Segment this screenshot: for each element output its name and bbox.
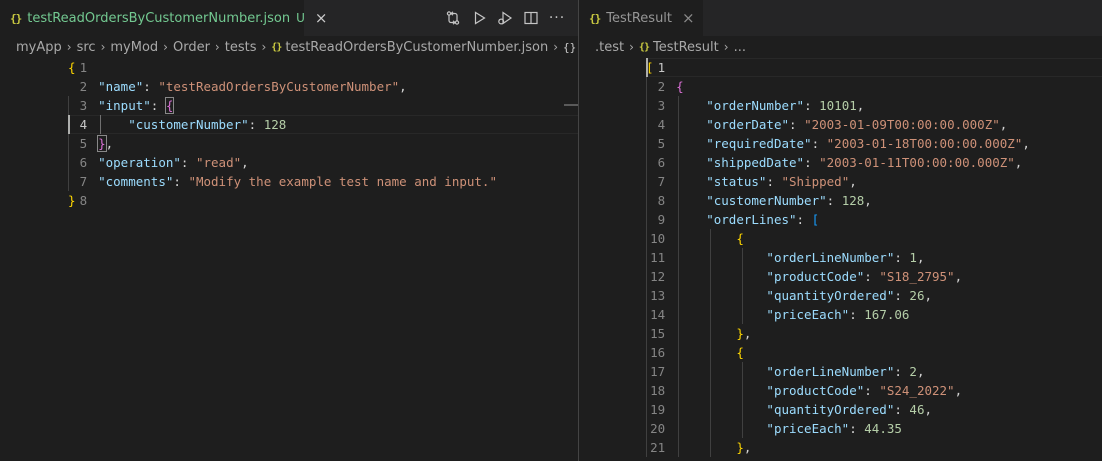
overview-ruler-marker (564, 104, 578, 106)
tab-label: testReadOrdersByCustomerNumber.json (27, 10, 291, 26)
line-number: 1 (657, 60, 666, 75)
chevron-right-icon: › (553, 40, 558, 54)
tab-test-result[interactable]: {} TestResult × (579, 0, 703, 36)
code-line: 12 "productCode": "S18_2795", (579, 267, 1102, 286)
code-line: 18 "productCode": "S24_2022", (579, 381, 1102, 400)
editor-actions: ··· (440, 0, 570, 36)
chevron-right-icon: › (100, 40, 106, 54)
code-line-active: 4 "customerNumber": 128 (0, 115, 578, 134)
untracked-badge: U (296, 11, 305, 25)
code-line: 15 }, (579, 324, 1102, 343)
matching-bracket: } (97, 135, 107, 152)
code-line: 7 "comments": "Modify the example test n… (0, 172, 578, 191)
code-line: 20 "priceEach": 44.35 (579, 419, 1102, 438)
chevron-right-icon: › (66, 40, 72, 54)
code-line: 3 "input": { (0, 96, 578, 115)
code-line: 6 "shippedDate": "2003-01-11T00:00:00.00… (579, 153, 1102, 172)
line-number: 8 (79, 193, 88, 208)
split-editor-icon[interactable] (518, 5, 544, 31)
debug-run-icon[interactable] (492, 5, 518, 31)
json-file-icon: {} (589, 11, 601, 25)
tab-label: TestResult (606, 10, 673, 26)
json-file-icon: {} (271, 41, 282, 53)
breadcrumb-item[interactable]: testReadOrdersByCustomerNumber.json (285, 40, 548, 55)
json-object-icon: {} (563, 40, 577, 54)
code-line: 8 "customerNumber": 128, (579, 191, 1102, 210)
breadcrumb: .test › {} TestResult › ... (579, 36, 1102, 58)
run-icon[interactable] (466, 5, 492, 31)
close-icon[interactable]: × (682, 9, 695, 27)
code-line: 2 { (579, 77, 1102, 96)
breadcrumb-item[interactable]: Order (173, 40, 210, 55)
breadcrumb-item[interactable]: ... (734, 40, 746, 55)
code-line: 10 { (579, 229, 1102, 248)
code-line: 11 "orderLineNumber": 1, (579, 248, 1102, 267)
chevron-right-icon: › (261, 40, 267, 54)
tab-test-json[interactable]: {} testReadOrdersByCustomerNumber.json U… (0, 0, 327, 36)
code-line: 3 "orderNumber": 10101, (579, 96, 1102, 115)
breadcrumb-item[interactable]: TestResult (653, 40, 719, 55)
breadcrumb-item[interactable]: .test (595, 40, 624, 55)
code-line: 16 { (579, 343, 1102, 362)
code-line: 21 }, (579, 438, 1102, 457)
code-line: 19 "quantityOrdered": 46, (579, 400, 1102, 419)
code-line: 8 } (0, 191, 578, 210)
code-line: 17 "orderLineNumber": 2, (579, 362, 1102, 381)
code-line: 6 "operation": "read", (0, 153, 578, 172)
breadcrumb-item[interactable]: myApp (16, 40, 62, 55)
right-tab-bar: {} TestResult × (579, 0, 1102, 36)
left-tab-bar: {} testReadOrdersByCustomerNumber.json U… (0, 0, 578, 36)
code-line-active: 1 [ (579, 58, 1102, 77)
code-line: 9 "orderLines": [ (579, 210, 1102, 229)
json-file-icon: {} (10, 11, 22, 25)
line-number: 1 (79, 60, 88, 75)
more-actions-icon[interactable]: ··· (544, 5, 570, 31)
breadcrumb-item[interactable]: tests (225, 40, 257, 55)
code-line: 2 "name": "testReadOrdersByCustomerNumbe… (0, 77, 578, 96)
matching-bracket: { (164, 97, 175, 114)
close-icon[interactable]: × (315, 9, 328, 27)
code-line: 13 "quantityOrdered": 26, (579, 286, 1102, 305)
left-editor-group: {} testReadOrdersByCustomerNumber.json U… (0, 0, 578, 461)
code-line: 7 "status": "Shipped", (579, 172, 1102, 191)
breadcrumb: myApp › src › myMod › Order › tests › {}… (0, 36, 578, 58)
code-line: 5 }, (0, 134, 578, 153)
code-line: 4 "orderDate": "2003-01-09T00:00:00.000Z… (579, 115, 1102, 134)
code-line: 5 "requiredDate": "2003-01-18T00:00:00.0… (579, 134, 1102, 153)
right-editor-group: {} TestResult × .test › {} TestResult › … (579, 0, 1102, 461)
open-changes-icon[interactable] (440, 5, 466, 31)
breadcrumb-item[interactable]: myMod (110, 40, 158, 55)
code-editor[interactable]: 1 [ 2 { 3 "orderNumber": 10101, 4 "order… (579, 58, 1102, 461)
breadcrumb-item[interactable]: src (77, 40, 96, 55)
code-line: 1 { (0, 58, 578, 77)
chevron-right-icon: › (163, 40, 168, 54)
chevron-right-icon: › (629, 40, 634, 54)
code-editor[interactable]: 1 { 2 "name": "testReadOrdersByCustomerN… (0, 58, 578, 461)
code-line: 14 "priceEach": 167.06 (579, 305, 1102, 324)
chevron-right-icon: › (723, 40, 729, 54)
chevron-right-icon: › (214, 40, 220, 54)
json-file-icon: {} (638, 41, 650, 53)
